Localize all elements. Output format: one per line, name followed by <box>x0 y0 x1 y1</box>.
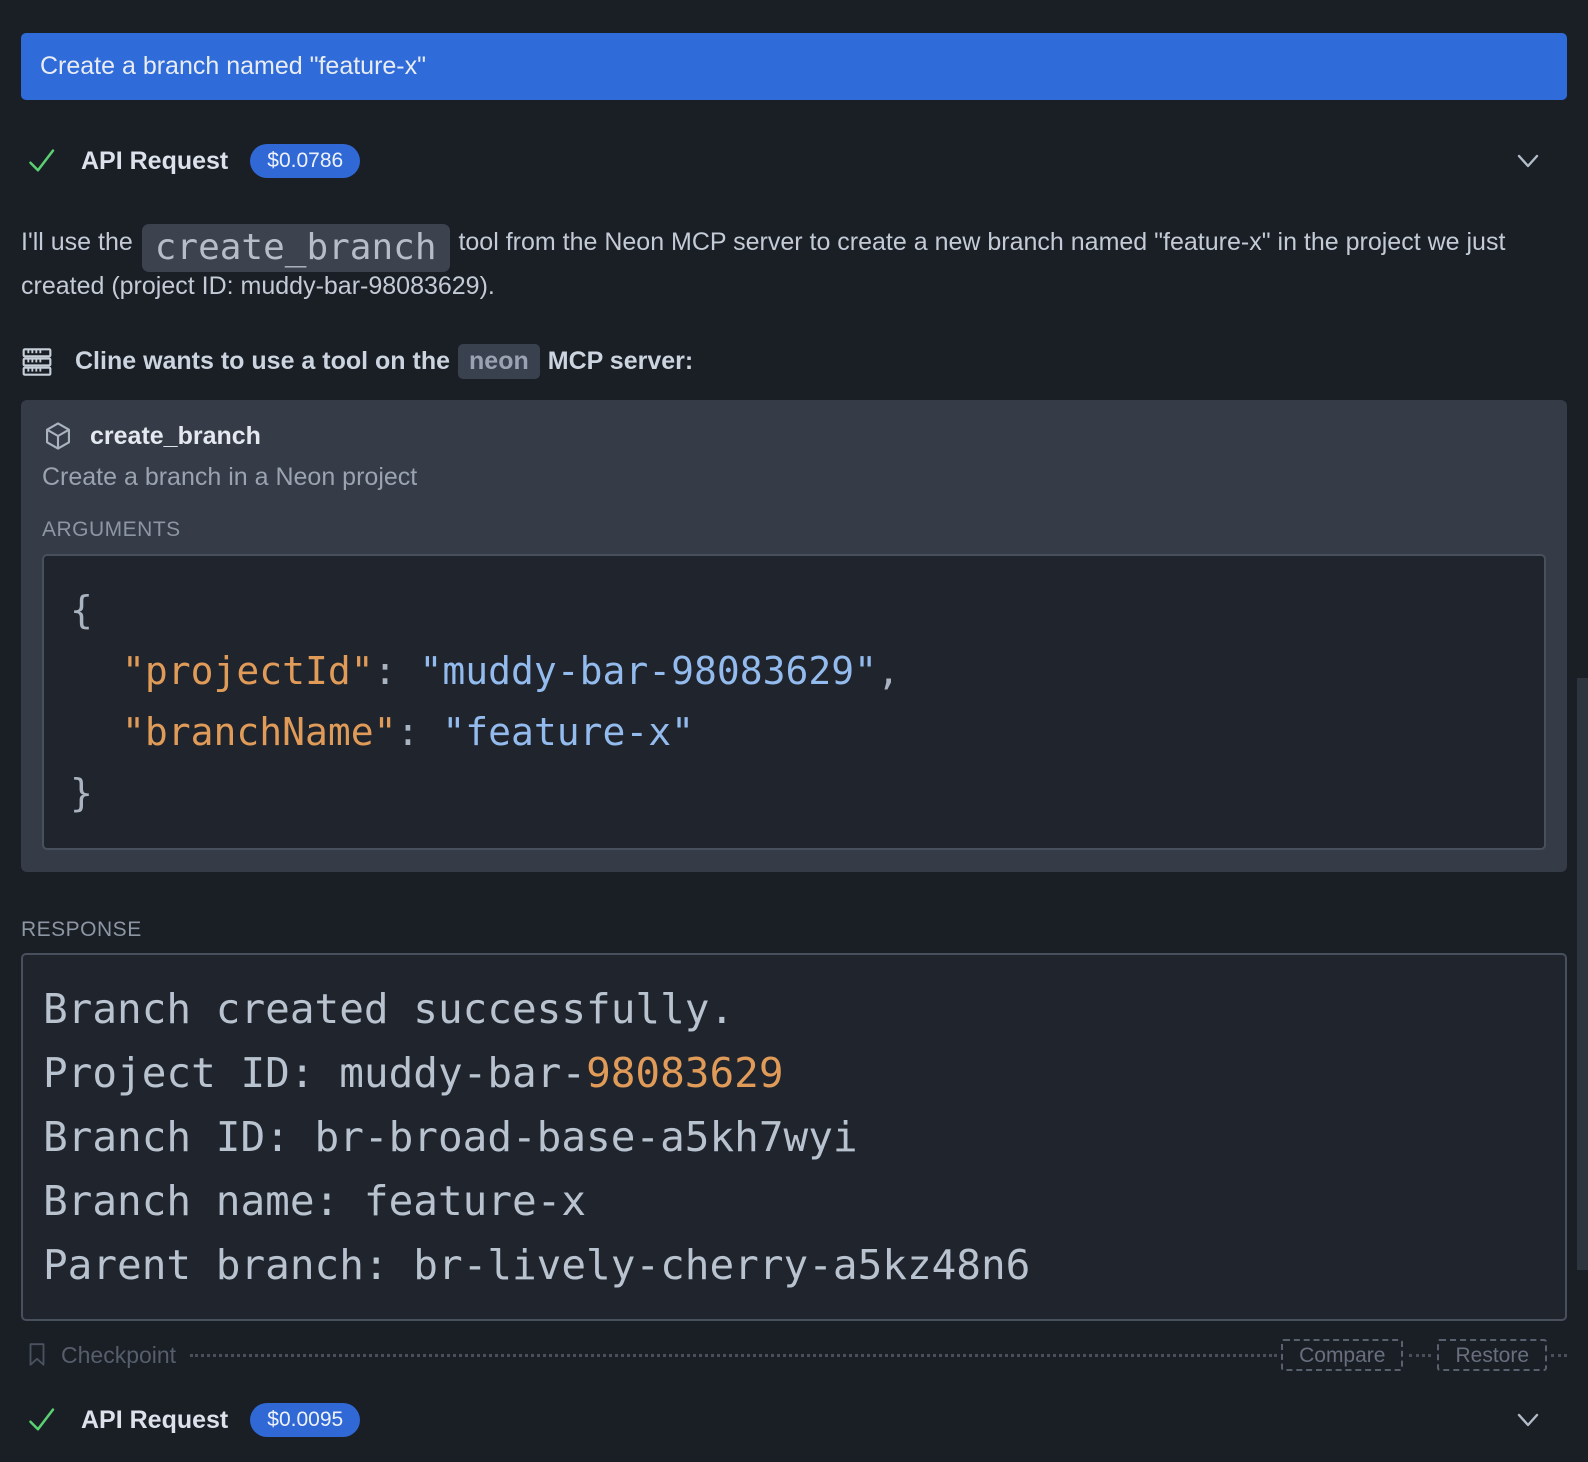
json-open-brace: { <box>70 580 1518 641</box>
checkpoint-row: Checkpoint Compare Restore <box>21 1339 1567 1371</box>
tool-header-text-before: Cline wants to use a tool on the <box>75 347 450 376</box>
json-close-brace: } <box>70 763 1518 824</box>
chat-panel: Create a branch named "feature-x" API Re… <box>0 33 1588 1437</box>
tool-header-text-after: MCP server: <box>548 347 693 376</box>
response-output: Branch created successfully. Project ID:… <box>21 953 1567 1321</box>
check-icon <box>27 1405 57 1435</box>
assistant-message: I'll use the create_branch tool from the… <box>21 220 1567 308</box>
checkpoint-dotted-line <box>1409 1354 1431 1357</box>
response-line: Branch name: feature-x <box>43 1169 1545 1233</box>
json-line: "projectId": "muddy-bar-98083629", <box>70 641 1518 702</box>
highlighted-number: 98083629 <box>586 1049 783 1097</box>
compare-button[interactable]: Compare <box>1281 1339 1403 1371</box>
chevron-down-icon[interactable] <box>1513 148 1543 174</box>
checkpoint-label: Checkpoint <box>61 1342 176 1369</box>
tool-use-header: Cline wants to use a tool on the neon MC… <box>21 344 1567 379</box>
mcp-server-icon <box>21 346 53 378</box>
checkpoint-dotted-line <box>1551 1354 1567 1357</box>
api-request-label: API Request <box>81 147 228 176</box>
checkpoint-dotted-line <box>190 1354 1277 1357</box>
tool-title-row: create_branch <box>42 420 1546 452</box>
arguments-label: ARGUMENTS <box>42 518 1546 542</box>
scrollbar-thumb[interactable] <box>1577 678 1588 1270</box>
user-message-text: Create a branch named "feature-x" <box>40 52 426 81</box>
arguments-json: { "projectId": "muddy-bar-98083629", "br… <box>42 554 1546 850</box>
tool-name: create_branch <box>90 422 261 451</box>
response-line: Branch created successfully. <box>43 977 1545 1041</box>
api-request-header-2[interactable]: API Request $0.0095 <box>21 1403 1567 1437</box>
chevron-down-icon[interactable] <box>1513 1407 1543 1433</box>
api-request-label: API Request <box>81 1406 228 1435</box>
response-line: Branch ID: br-broad-base-a5kh7wyi <box>43 1105 1545 1169</box>
response-label: RESPONSE <box>21 918 1567 942</box>
bookmark-icon <box>25 1342 49 1368</box>
check-icon <box>27 146 57 176</box>
cost-badge: $0.0786 <box>250 144 360 178</box>
assistant-text-before: I'll use the <box>21 228 140 256</box>
cost-badge: $0.0095 <box>250 1403 360 1437</box>
response-line: Parent branch: br-lively-cherry-a5kz48n6 <box>43 1233 1545 1297</box>
tool-description: Create a branch in a Neon project <box>42 463 1546 492</box>
cube-icon <box>42 420 74 452</box>
inline-code-create-branch: create_branch <box>142 224 450 272</box>
tool-call-card: create_branch Create a branch in a Neon … <box>21 400 1567 872</box>
user-message-banner: Create a branch named "feature-x" <box>21 33 1567 100</box>
server-name-badge: neon <box>458 344 540 379</box>
json-line: "branchName": "feature-x" <box>70 702 1518 763</box>
response-line: Project ID: muddy-bar-98083629 <box>43 1041 1545 1105</box>
api-request-header-1[interactable]: API Request $0.0786 <box>21 144 1567 178</box>
restore-button[interactable]: Restore <box>1437 1339 1547 1371</box>
